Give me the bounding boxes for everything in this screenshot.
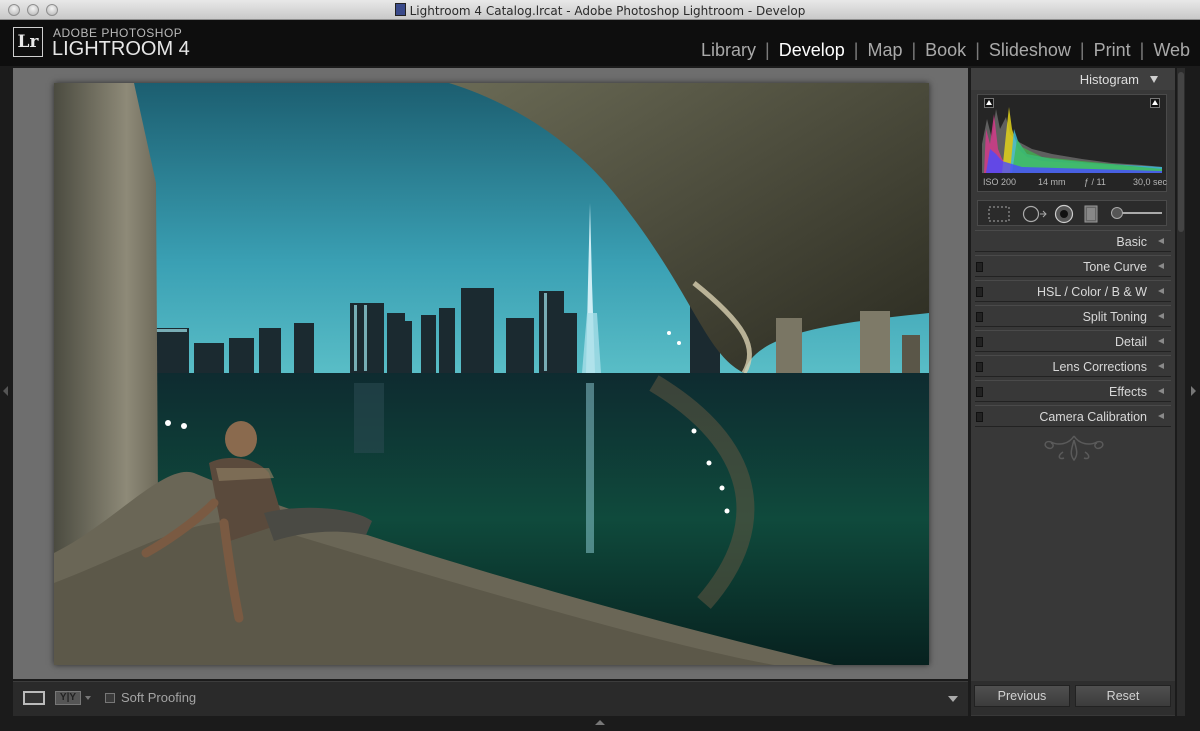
module-picker: Library | Develop | Map | Book | Slideshow | Print… [701, 40, 1190, 61]
panel-label: Detail [1115, 335, 1147, 349]
panel-label: Split Toning [1082, 310, 1147, 324]
module-print[interactable]: Print [1094, 40, 1131, 61]
expand-panel-icon[interactable] [1158, 288, 1164, 294]
panel-label: Lens Corrections [1052, 360, 1148, 374]
brand-title: LIGHTROOM 4 [52, 38, 190, 60]
right-panel-scrollbar[interactable] [1177, 68, 1185, 716]
histogram[interactable]: ISO 200 14 mm ƒ / 11 30,0 sec [977, 94, 1167, 192]
crop-overlay-icon[interactable] [988, 206, 1010, 222]
previous-button[interactable]: Previous [974, 685, 1070, 707]
module-separator: | [1139, 40, 1145, 60]
window-title: Lightroom 4 Catalog.lrcat - Adobe Photos… [0, 3, 1200, 18]
reset-button[interactable]: Reset [1075, 685, 1171, 707]
expand-panel-icon[interactable] [1158, 238, 1164, 244]
soft-proofing-checkbox[interactable] [105, 693, 115, 703]
module-separator: | [975, 40, 980, 60]
exif-shutter: 30,0 sec [1133, 177, 1168, 187]
panel-on-off-switch[interactable] [976, 337, 983, 347]
panel-label: Camera Calibration [1039, 410, 1147, 424]
expand-panel-icon[interactable] [1158, 363, 1164, 369]
night-cityscape-photo [54, 83, 929, 665]
module-book[interactable]: Book [925, 40, 966, 61]
soft-proofing-label: Soft Proofing [121, 690, 197, 705]
toolbar-content-menu-icon[interactable] [948, 696, 958, 702]
histogram-title: Histogram [1079, 72, 1139, 87]
scrollbar-thumb[interactable] [1178, 72, 1184, 232]
panel-lens-corrections[interactable]: Lens Corrections [975, 355, 1171, 377]
module-separator: | [911, 40, 917, 60]
loupe-view-button[interactable] [23, 691, 45, 705]
expand-panel-icon[interactable] [1158, 263, 1164, 269]
module-separator: | [853, 40, 859, 60]
panel-detail[interactable]: Detail [975, 330, 1171, 352]
exif-aperture: ƒ / 11 [1084, 177, 1106, 187]
panel-on-off-switch[interactable] [976, 287, 983, 297]
tool-strip [977, 200, 1167, 226]
panel-end-ornament-icon [1044, 435, 1104, 462]
panel-label: Tone Curve [1083, 260, 1147, 274]
module-map[interactable]: Map [867, 40, 902, 61]
panel-tone-curve[interactable]: Tone Curve [975, 255, 1171, 277]
exif-focal-length: 14 mm [1038, 177, 1066, 187]
document-icon [394, 3, 406, 16]
left-panel-toggle-icon[interactable] [3, 386, 8, 396]
filmstrip-toggle-icon[interactable] [595, 720, 605, 725]
panel-label: Basic [1116, 235, 1147, 249]
before-after-dropdown-icon[interactable] [85, 696, 91, 700]
module-develop[interactable]: Develop [779, 40, 845, 61]
histogram-collapse-icon[interactable] [1150, 76, 1158, 83]
panel-basic[interactable]: Basic [975, 230, 1171, 252]
panel-effects[interactable]: Effects [975, 380, 1171, 402]
window-title-bar: Lightroom 4 Catalog.lrcat - Adobe Photos… [0, 0, 1200, 20]
graduated-filter-icon[interactable] [1084, 205, 1098, 223]
spot-removal-icon[interactable] [1022, 205, 1048, 223]
panel-on-off-switch[interactable] [976, 387, 983, 397]
right-panel: Histogram ISO 200 14 mm ƒ / 11 30,0 sec [971, 68, 1175, 716]
highlight-clipping-indicator-icon[interactable] [1150, 98, 1160, 108]
panel-on-off-switch[interactable] [976, 362, 983, 372]
right-panel-footer: Previous Reset [971, 681, 1175, 715]
panel-on-off-switch[interactable] [976, 262, 983, 272]
develop-toolbar: Y|Y Soft Proofing [13, 681, 968, 716]
window-title-text: Lightroom 4 Catalog.lrcat - Adobe Photos… [409, 4, 806, 18]
panel-hsl-color-b-w[interactable]: HSL / Color / B & W [975, 280, 1171, 302]
histogram-graph [982, 107, 1162, 173]
right-panel-toggle-icon[interactable] [1191, 386, 1196, 396]
panel-split-toning[interactable]: Split Toning [975, 305, 1171, 327]
panel-camera-calibration[interactable]: Camera Calibration [975, 405, 1171, 427]
shadow-clipping-indicator-icon[interactable] [984, 98, 994, 108]
panel-on-off-switch[interactable] [976, 412, 983, 422]
red-eye-correction-icon[interactable] [1054, 204, 1074, 224]
expand-panel-icon[interactable] [1158, 413, 1164, 419]
adjustment-brush-icon[interactable] [1110, 206, 1162, 220]
module-library[interactable]: Library [701, 40, 756, 61]
expand-panel-icon[interactable] [1158, 313, 1164, 319]
panel-label: HSL / Color / B & W [1037, 285, 1147, 299]
before-after-view-button[interactable]: Y|Y [55, 691, 81, 705]
exif-iso: ISO 200 [983, 177, 1017, 187]
lightroom-logo: Lr [13, 27, 43, 57]
module-slideshow[interactable]: Slideshow [989, 40, 1071, 61]
photo-preview[interactable] [54, 83, 929, 665]
expand-panel-icon[interactable] [1158, 388, 1164, 394]
module-separator: | [765, 40, 770, 60]
histogram-header[interactable]: Histogram [971, 68, 1175, 90]
module-separator: | [1079, 40, 1085, 60]
module-web[interactable]: Web [1153, 40, 1190, 61]
expand-panel-icon[interactable] [1158, 338, 1164, 344]
panel-on-off-switch[interactable] [976, 312, 983, 322]
panel-label: Effects [1109, 385, 1147, 399]
image-canvas [13, 68, 968, 679]
